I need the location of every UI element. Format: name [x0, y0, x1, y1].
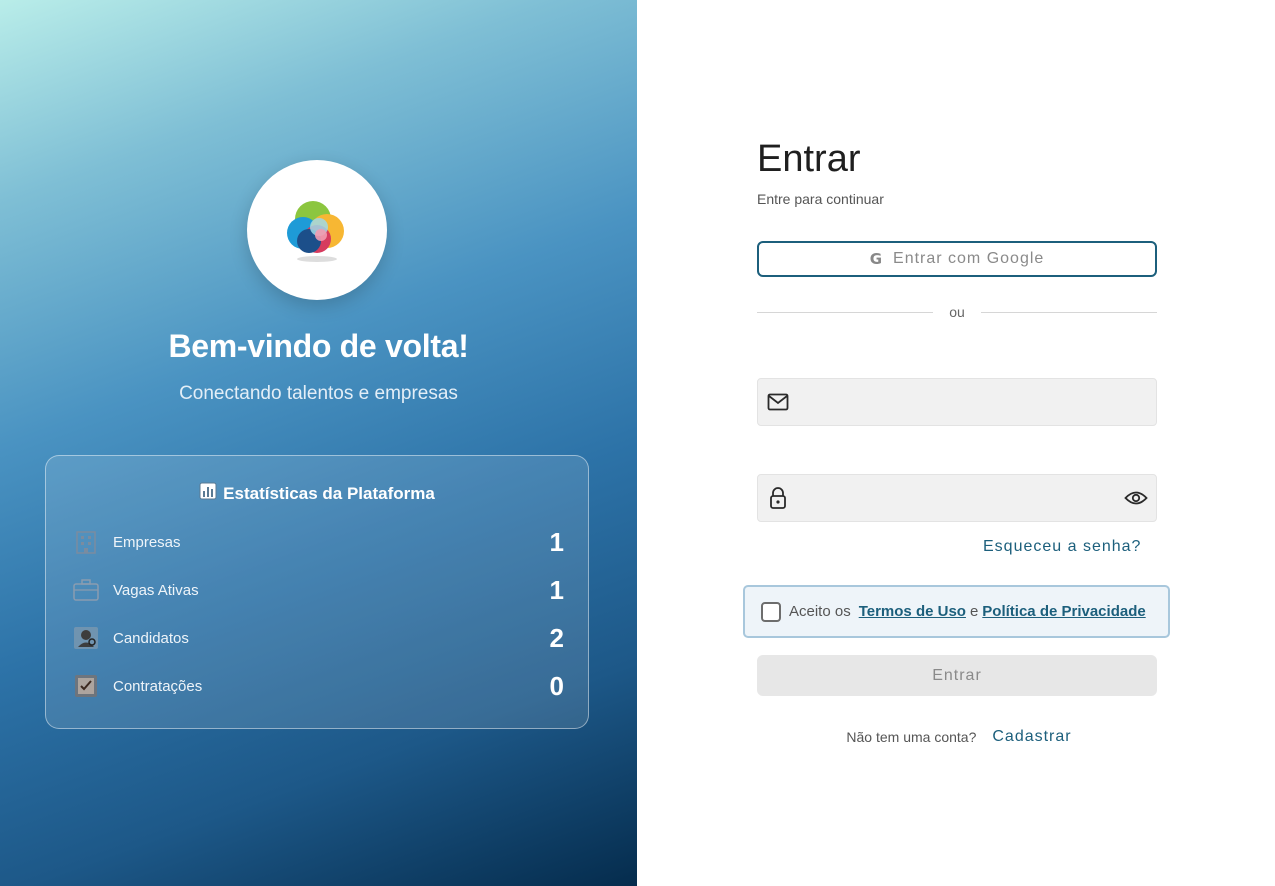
no-account-text: Não tem uma conta?	[846, 729, 977, 745]
stat-row-contratacoes: Contratações 0	[72, 670, 564, 702]
stats-title: Estatísticas da Plataforma	[46, 482, 588, 505]
login-panel: Entrar Entre para continuar G Entrar com…	[637, 0, 1275, 886]
stat-value: 1	[549, 574, 564, 605]
divider-line	[757, 311, 934, 313]
bar-chart-icon	[199, 482, 217, 505]
divider-text: ou	[949, 304, 965, 320]
stat-label: Empresas	[113, 533, 181, 551]
signup-row: Não tem uma conta? Cadastrar	[637, 728, 1275, 746]
submit-button[interactable]: Entrar	[757, 655, 1157, 696]
stat-label: Contratações	[113, 677, 203, 695]
privacy-policy-link[interactable]: Política de Privacidade	[982, 603, 1145, 620]
stat-value: 2	[549, 622, 564, 653]
login-title: Entrar	[757, 138, 861, 180]
terms-prefix: Aceito os	[789, 603, 851, 620]
stat-value: 0	[549, 670, 564, 701]
briefcase-icon	[72, 576, 100, 604]
terms-of-use-link[interactable]: Termos de Uso	[859, 603, 966, 620]
building-icon	[72, 528, 100, 556]
password-input[interactable]	[798, 475, 1116, 521]
email-input[interactable]	[798, 379, 1156, 425]
mail-icon	[758, 393, 798, 411]
welcome-heading: Bem-vindo de volta!	[168, 328, 469, 364]
terms-and: e	[969, 603, 979, 620]
stat-label: Candidatos	[113, 629, 189, 647]
signup-link[interactable]: Cadastrar	[992, 728, 1071, 746]
checklist-icon	[72, 672, 100, 700]
google-signin-button[interactable]: G Entrar com Google	[757, 241, 1157, 277]
stat-row-vagas: Vagas Ativas 1	[72, 574, 564, 606]
email-field[interactable]	[757, 378, 1157, 426]
login-subtitle: Entre para continuar	[757, 191, 884, 207]
terms-checkbox[interactable]	[761, 601, 781, 622]
google-icon: G	[869, 250, 884, 268]
password-field[interactable]	[757, 474, 1157, 522]
stat-label: Vagas Ativas	[113, 581, 199, 599]
stats-card: Estatísticas da Plataforma Empresas 1 Va…	[45, 455, 589, 729]
logo-icon	[287, 201, 344, 262]
forgot-password-link[interactable]: Esqueceu a senha?	[983, 538, 1141, 556]
app-logo	[247, 160, 387, 300]
welcome-tagline: Conectando talentos e empresas	[179, 383, 458, 404]
terms-consent: Aceito os Termos de Uso e Política de Pr…	[743, 585, 1170, 638]
eye-icon[interactable]	[1116, 490, 1156, 506]
stat-row-candidatos: Candidatos 2	[72, 622, 564, 654]
stats-title-text: Estatísticas da Plataforma	[223, 483, 435, 503]
divider-line	[980, 311, 1158, 313]
stat-row-empresas: Empresas 1	[72, 526, 564, 558]
google-signin-label: Entrar com Google	[893, 250, 1045, 267]
person-search-icon	[72, 624, 100, 652]
lock-icon	[758, 487, 798, 509]
or-divider: ou	[757, 302, 1158, 322]
stat-value: 1	[549, 526, 564, 557]
welcome-panel: Bem-vindo de volta! Conectando talentos …	[0, 0, 637, 886]
